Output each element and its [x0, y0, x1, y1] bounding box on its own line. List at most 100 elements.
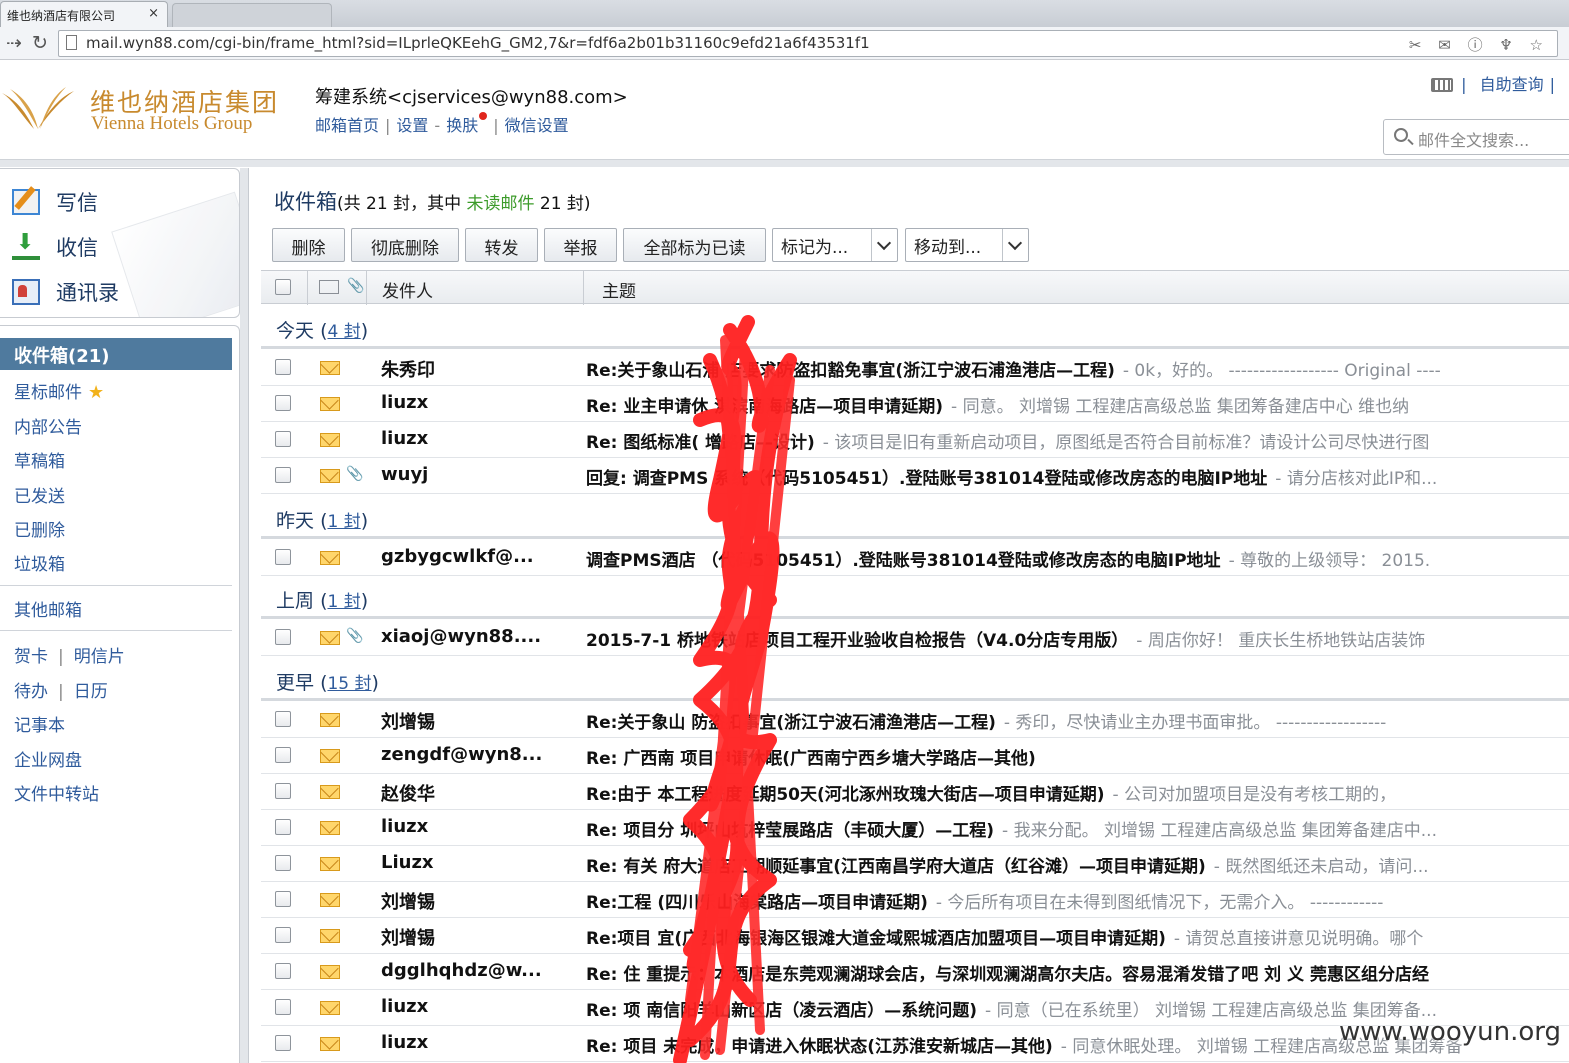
link-skin[interactable]: 换肤 [446, 116, 478, 135]
search-input[interactable]: 邮件全文搜索... [1383, 119, 1569, 155]
browser-tab[interactable]: 维也纳酒店有限公司 × [0, 1, 168, 27]
self-service-link[interactable]: 自助查询 [1480, 75, 1544, 94]
mail-sender[interactable]: liuzx [381, 1032, 571, 1053]
mail-subject-cell[interactable]: 调查PMS酒店 （代码5105451）.登陆账号381014登陆或修改房态的电脑… [586, 546, 1569, 571]
table-row[interactable]: gzbygcwlkf@... 调查PMS酒店 （代码5105451）.登陆账号38… [261, 540, 1569, 576]
table-row[interactable]: 刘增锡 Re:工程 (四川乐山海棠路店—项目申请延期) - 今后所有项目在未得到图纸… [261, 882, 1569, 918]
sidebar-item-netdisk[interactable]: 企业网盘 [14, 746, 82, 771]
sidebar-item-inbox[interactable]: 收件箱(21) [0, 338, 232, 370]
compose-button[interactable]: 写信 [12, 187, 98, 217]
mail-subject-cell[interactable]: Re: 项目分 圳坪山坑梓莹展路店（丰硕大厦）—工程) - 我来分配。 刘增锡 工… [586, 816, 1569, 841]
mail-subject-cell[interactable]: Re:工程 (四川乐山海棠路店—项目申请延期) - 今后所有项目在未得到图纸情况下… [586, 888, 1569, 913]
mail-sender[interactable]: liuzx [381, 996, 571, 1017]
mail-sender[interactable]: wuyj [381, 464, 571, 485]
address-bar[interactable]: mail.wyn88.com/cgi-bin/frame_html?sid=IL… [58, 30, 1558, 57]
mail-subject-cell[interactable]: Re: 广西南 项目申请休眠(广西南宁西乡塘大学路店—其他) [586, 744, 1569, 769]
table-row[interactable]: 赵俊华 Re:由于 本工程进度延期50天(河北涿州玫瑰大街店—项目申请延期) - 公… [261, 774, 1569, 810]
table-row[interactable]: 朱秀印 Re:关于象山石浦 店要求防盗扣豁免事宜(浙江宁波石浦渔港店—工程) - 0… [261, 350, 1569, 386]
reload-icon[interactable]: ↻ [32, 32, 48, 54]
sidebar-item-other-mailboxes[interactable]: 其他邮箱 [14, 596, 82, 621]
sidebar-item-greeting-card[interactable]: 贺卡 [14, 647, 48, 667]
sidebar-item-starred[interactable]: 星标邮件 ★ [14, 378, 104, 403]
mail-subject-cell[interactable]: Re: 有关 府大道店工期顺延事宜(江西南昌学府大道店（红谷滩）—项目申请延期)… [586, 852, 1569, 877]
select-all-checkbox[interactable] [275, 279, 291, 295]
move-to-dropdown[interactable]: 移动到... [905, 228, 1029, 262]
mail-subject-cell[interactable]: Re: 业主申请休 淇滨南海路店—项目申请延期) - 同意。 刘增锡 工程建店高级… [586, 392, 1569, 417]
sender-column-header[interactable]: 发件人 [382, 277, 433, 302]
row-checkbox[interactable] [275, 395, 291, 411]
browser-tab-new[interactable] [172, 3, 332, 27]
row-checkbox[interactable] [275, 783, 291, 799]
row-checkbox[interactable] [275, 963, 291, 979]
mail-sender[interactable]: xiaoj@wyn88.... [381, 626, 571, 647]
row-checkbox[interactable] [275, 891, 291, 907]
close-icon[interactable]: × [148, 6, 159, 21]
receive-button[interactable]: 收信 [12, 230, 98, 262]
mail-sender[interactable]: 赵俊华 [381, 780, 571, 806]
mail-sender[interactable]: zengdf@wyn8... [381, 744, 571, 765]
mail-sender[interactable]: 刘增锡 [381, 708, 571, 734]
extension-icons[interactable]: ✂ ✉ ⓘ ♆ ☆ [1409, 34, 1549, 55]
row-checkbox[interactable] [275, 819, 291, 835]
link-settings[interactable]: 设置 [396, 116, 428, 135]
row-checkbox[interactable] [275, 927, 291, 943]
unread-link[interactable]: 未读邮件 [466, 194, 534, 214]
table-row[interactable]: 刘增锡 Re:关于象山 防盗扣事宜(浙江宁波石浦渔港店—工程) - 秀印，尽快请业主… [261, 702, 1569, 738]
mail-sender[interactable]: liuzx [381, 392, 571, 413]
mail-sender[interactable]: liuzx [381, 428, 571, 449]
mail-subject-cell[interactable]: Re: 住 重提示：本酒店是东莞观澜湖球会店，与深圳观澜湖高尔夫店。容易混淆发错… [586, 960, 1569, 985]
sidebar-item-todo[interactable]: 待办 [14, 682, 48, 702]
delete-button[interactable]: 删除 [272, 228, 345, 262]
link-mail-home[interactable]: 邮箱首页 [315, 116, 379, 135]
sidebar-item-calendar[interactable]: 日历 [74, 682, 108, 702]
mail-subject-cell[interactable]: Re:关于象山 防盗扣事宜(浙江宁波石浦渔港店—工程) - 秀印，尽快请业主办理书… [586, 708, 1569, 733]
row-checkbox[interactable] [275, 359, 291, 375]
row-checkbox[interactable] [275, 999, 291, 1015]
sidebar-item-spam[interactable]: 垃圾箱 [14, 550, 65, 575]
table-row[interactable]: Liuzx Re: 有关 府大道店工期顺延事宜(江西南昌学府大道店（红谷滩）—项目… [261, 846, 1569, 882]
mail-sender[interactable]: 朱秀印 [381, 356, 571, 382]
mark-as-dropdown[interactable]: 标记为... [772, 228, 898, 262]
date-group-count-link[interactable]: 4 封 [327, 322, 360, 342]
mail-subject-cell[interactable]: Re:关于象山石浦 店要求防盗扣豁免事宜(浙江宁波石浦渔港店—工程) - 0k，好… [586, 356, 1569, 381]
forward-button[interactable]: 转发 [465, 228, 538, 262]
table-row[interactable]: 📎 wuyj 回复: 调查PMS 系统（代码5105451）.登陆账号381014登… [261, 458, 1569, 494]
date-group-count-link[interactable]: 1 封 [327, 512, 360, 532]
table-row[interactable]: 刘增锡 Re:项目 宜(广西北海银海区银滩大道金域熙城酒店加盟项目—项目申请延期)… [261, 918, 1569, 954]
mail-sender[interactable]: gzbygcwlkf@... [381, 546, 571, 567]
mail-sender[interactable]: 刘增锡 [381, 888, 571, 914]
sidebar-item-deleted[interactable]: 已删除 [14, 516, 65, 541]
forward-icon[interactable]: ⇢ [6, 32, 22, 54]
mail-subject-cell[interactable]: Re: 图纸标准( 增路店—设计) - 该项目是旧有重新启动项目，原图纸是否符合目… [586, 428, 1569, 453]
mark-all-read-button[interactable]: 全部标为已读 [623, 228, 766, 262]
sidebar-item-drafts[interactable]: 草稿箱 [14, 447, 65, 472]
mail-subject-cell[interactable]: 回复: 调查PMS 系统（代码5105451）.登陆账号381014登陆或修改房… [586, 464, 1569, 489]
table-row[interactable]: liuzx Re: 业主申请休 淇滨南海路店—项目申请延期) - 同意。 刘增锡 工… [261, 386, 1569, 422]
table-row[interactable]: liuzx Re: 项目分 圳坪山坑梓莹展路店（丰硕大厦）—工程) - 我来分配。 … [261, 810, 1569, 846]
purge-button[interactable]: 彻底删除 [351, 228, 459, 262]
date-group-count-link[interactable]: 15 封 [327, 674, 371, 694]
sidebar-item-notepad[interactable]: 记事本 [14, 711, 65, 736]
sidebar-item-sent[interactable]: 已发送 [14, 482, 65, 507]
link-wechat-settings[interactable]: 微信设置 [505, 116, 569, 135]
table-row[interactable]: 📎 xiaoj@wyn88.... 2015-7-1 桥地铁站店项目工程开业验收自检… [261, 620, 1569, 656]
row-checkbox[interactable] [275, 549, 291, 565]
mail-subject-cell[interactable]: Re:由于 本工程进度延期50天(河北涿州玫瑰大街店—项目申请延期) - 公司对加… [586, 780, 1569, 805]
table-row[interactable]: dgglhqhdz@w... Re: 住 重提示：本酒店是东莞观澜湖球会店，与深圳… [261, 954, 1569, 990]
mail-sender[interactable]: Liuzx [381, 852, 571, 873]
report-button[interactable]: 举报 [544, 228, 617, 262]
table-row[interactable]: liuzx Re: 图纸标准( 增路店—设计) - 该项目是旧有重新启动项目，原图纸… [261, 422, 1569, 458]
row-checkbox[interactable] [275, 1035, 291, 1051]
mail-sender[interactable]: liuzx [381, 816, 571, 837]
row-checkbox[interactable] [275, 855, 291, 871]
date-group-count-link[interactable]: 1 封 [327, 592, 360, 612]
contacts-button[interactable]: 通讯录 [12, 277, 119, 307]
row-checkbox[interactable] [275, 629, 291, 645]
row-checkbox[interactable] [275, 711, 291, 727]
sidebar-item-file-transfer[interactable]: 文件中转站 [14, 780, 99, 805]
keyboard-icon[interactable] [1431, 78, 1454, 92]
row-checkbox[interactable] [275, 747, 291, 763]
sidebar-item-announcements[interactable]: 内部公告 [14, 413, 82, 438]
sidebar-item-postcard[interactable]: 明信片 [74, 647, 125, 667]
mail-subject-cell[interactable]: 2015-7-1 桥地铁站店项目工程开业验收自检报告（V4.0分店专用版） - 周… [586, 626, 1569, 651]
